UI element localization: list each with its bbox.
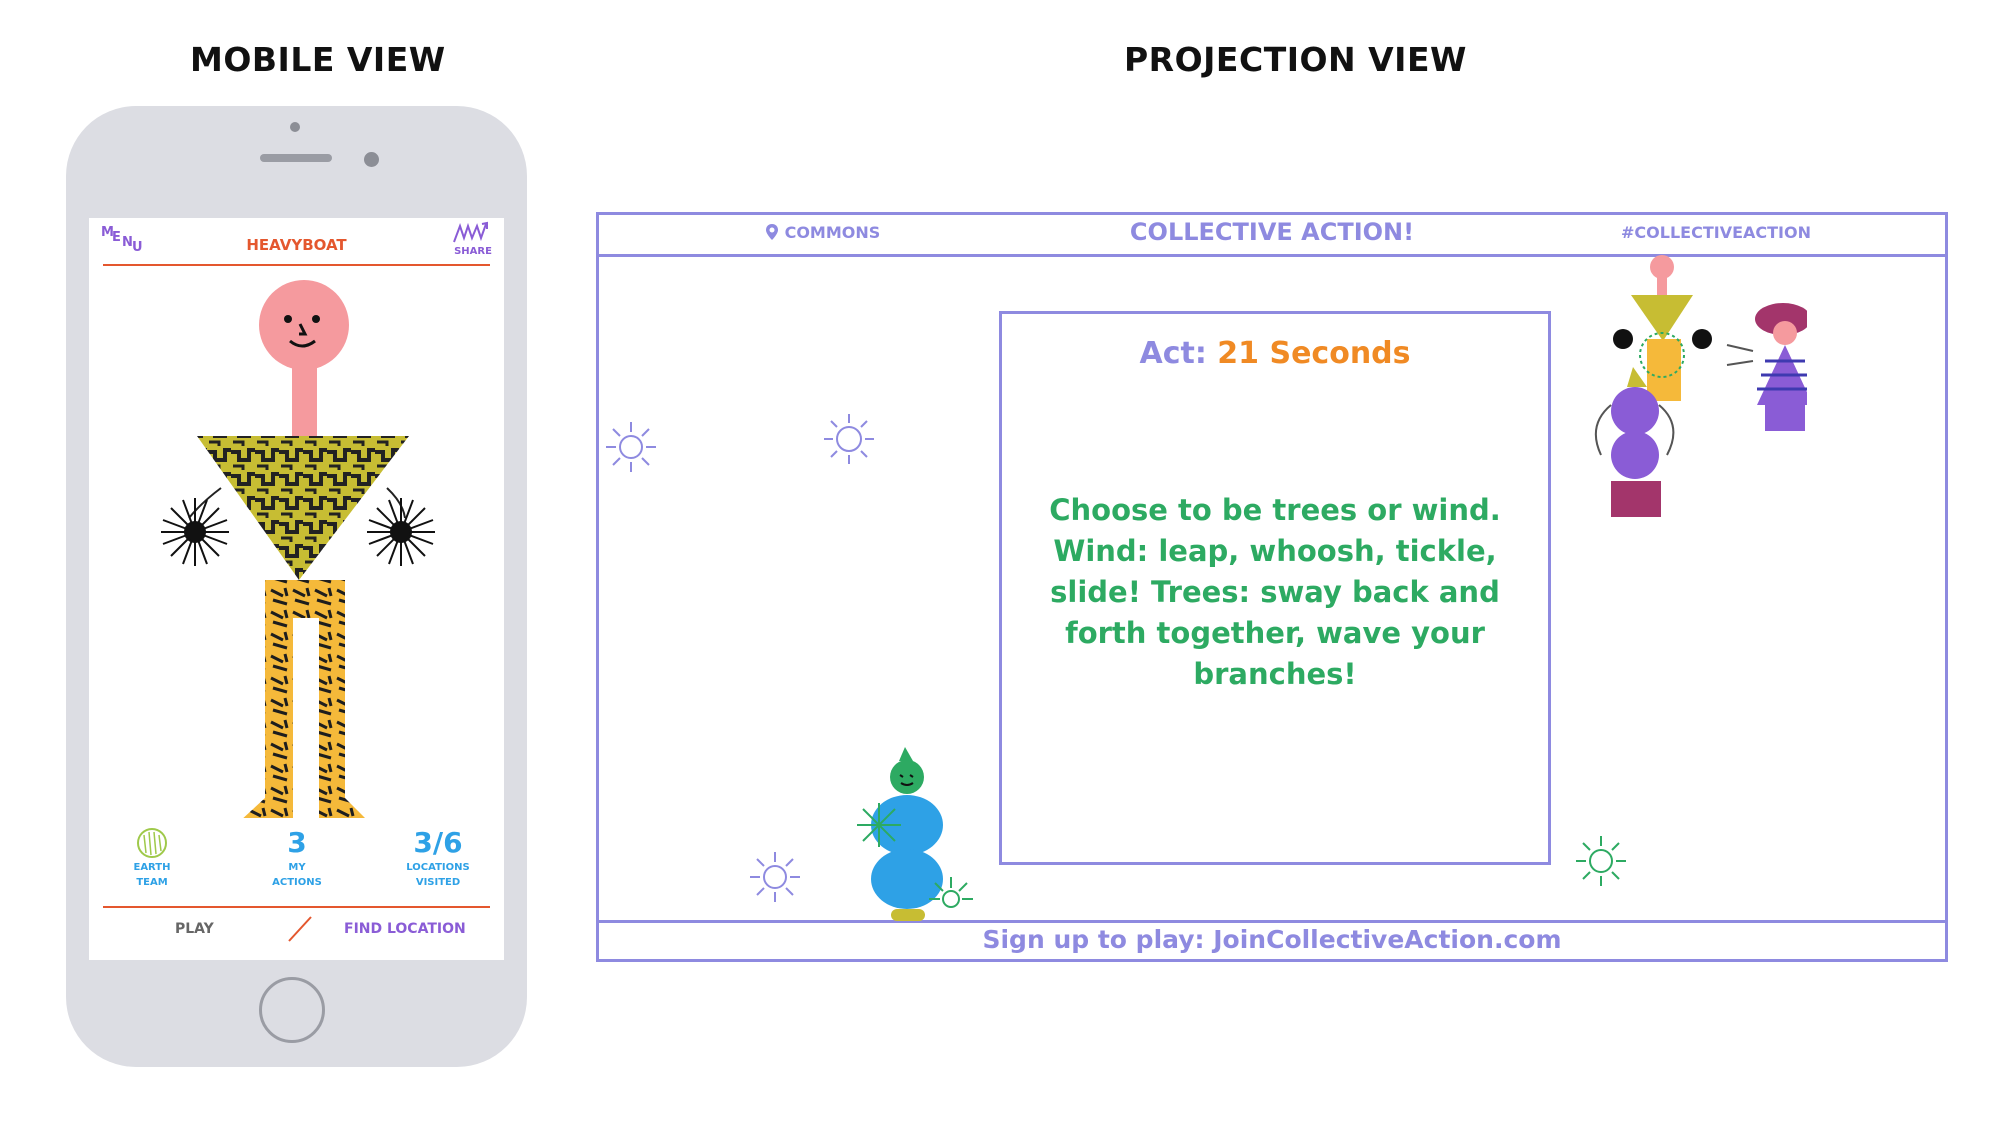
my-actions-label: MY ACTIONS [272, 862, 322, 888]
sun-icon [750, 852, 800, 902]
locations-visited-label: LOCATIONS VISITED [406, 862, 470, 888]
mobile-view-heading: MOBILE VIEW [190, 40, 446, 79]
app-name: HEAVYBOAT [246, 236, 347, 254]
earth-team-stat[interactable]: EARTH TEAM [97, 826, 207, 890]
sun-icon [1576, 836, 1626, 886]
sun-icon [824, 414, 874, 464]
my-actions-count: 3 [287, 826, 307, 859]
character-group [1594, 255, 1807, 517]
act-timer: 21 Seconds [1217, 336, 1411, 371]
phone-frame: M E N U HEAVYBOAT SHARE EARTH TEAM 3 MY … [66, 106, 527, 1067]
act-instructions: Choose to be trees or wind. Wind: leap, … [1049, 493, 1501, 691]
projection-frame: COMMONS COLLECTIVE ACTION! #COLLECTIVEAC… [596, 212, 1948, 962]
projection-view-heading: PROJECTION VIEW [1124, 40, 1467, 79]
earth-team-icon [137, 828, 167, 858]
character-green-blue [857, 747, 973, 921]
phone-camera [364, 152, 379, 167]
share-label: SHARE [454, 246, 492, 257]
projection-footer-divider [599, 920, 1945, 923]
phone-screen: M E N U HEAVYBOAT SHARE EARTH TEAM 3 MY … [89, 218, 504, 960]
find-location-button[interactable]: FIND LOCATION [344, 921, 466, 937]
nav-separator [288, 916, 312, 942]
my-actions-stat[interactable]: 3 MY ACTIONS [242, 826, 352, 890]
character-avatar [161, 280, 435, 818]
sun-icon [606, 422, 656, 472]
share-button[interactable]: SHARE [450, 220, 496, 260]
play-button[interactable]: PLAY [175, 921, 214, 937]
phone-sensor [290, 122, 300, 132]
act-card: Act: 21 Seconds Choose to be trees or wi… [999, 311, 1551, 865]
header-divider [103, 264, 490, 266]
footer-divider [103, 906, 490, 908]
share-wave-icon [453, 221, 488, 243]
act-header: Act: 21 Seconds [1002, 336, 1548, 371]
signup-link[interactable]: Sign up to play: JoinCollectiveAction.co… [599, 925, 1945, 954]
earth-team-label: EARTH TEAM [133, 862, 171, 888]
home-button[interactable] [259, 977, 325, 1043]
phone-speaker [260, 154, 332, 162]
locations-visited-count: 3/6 [413, 826, 463, 859]
hashtag-label: #COLLECTIVEACTION [1621, 223, 1811, 242]
act-label: Act: [1139, 336, 1207, 371]
locations-visited-stat[interactable]: 3/6 LOCATIONS VISITED [383, 826, 493, 890]
